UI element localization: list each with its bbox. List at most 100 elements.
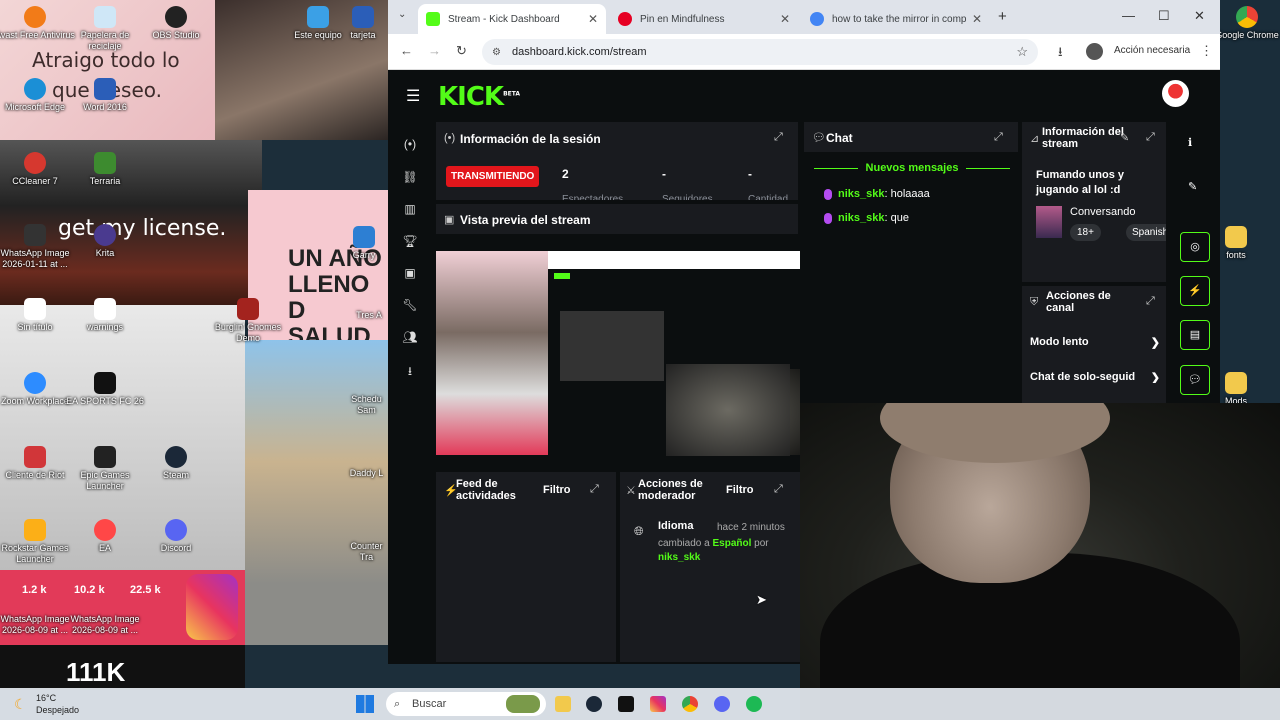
category-thumbnail[interactable] xyxy=(1036,206,1062,238)
menu-kebab-icon[interactable]: ⋮ xyxy=(1200,43,1213,59)
discord-taskbar-icon[interactable] xyxy=(714,696,730,712)
category-name[interactable]: Conversando xyxy=(1070,206,1135,218)
activity-feed-panel: ⚡ Feed de actividades Filtro ⤢ xyxy=(436,472,616,662)
stream-icon[interactable]: (•) xyxy=(402,137,418,151)
back-icon[interactable]: ← xyxy=(400,43,413,58)
kick-logo[interactable]: KICKBETA xyxy=(438,82,520,112)
popout-icon[interactable]: ⤢ xyxy=(774,483,783,496)
chat-message: niks_skk: que xyxy=(824,212,909,224)
desktop-icon-tarjeta[interactable]: tarjeta xyxy=(338,6,388,41)
tab-search-icon[interactable]: ⌄ xyxy=(398,9,406,20)
desktop-icon-terraria[interactable]: Terraria xyxy=(63,152,147,187)
site-info-icon[interactable]: ⚙ xyxy=(492,47,501,58)
instagram-taskbar-icon[interactable] xyxy=(650,696,666,712)
notes-button[interactable]: ▤ xyxy=(1180,320,1210,350)
tiktok-icon[interactable] xyxy=(618,696,634,712)
raid-button[interactable]: ⚡ xyxy=(1180,276,1210,306)
hamburger-menu-icon[interactable]: ☰ xyxy=(406,86,420,106)
likes-2: 10.2 k xyxy=(74,584,105,596)
close-tab-icon[interactable]: ✕ xyxy=(972,12,982,26)
globe-icon: 🌐︎ xyxy=(634,524,644,538)
windows-start-icon[interactable] xyxy=(356,695,374,713)
steam-taskbar-icon[interactable] xyxy=(586,696,602,712)
analytics-icon[interactable]: ▥ xyxy=(402,202,418,216)
profile-avatar[interactable] xyxy=(1086,43,1103,60)
desktop-icon-garry[interactable]: Garry xyxy=(340,226,388,261)
desktop-icon-steam[interactable]: Steam xyxy=(134,446,218,481)
download-icon[interactable]: ⭳ xyxy=(402,362,418,378)
moderator-actions-panel: ⚔ Acciones de moderador Filtro ⤢ 🌐︎ Idio… xyxy=(620,472,800,662)
edit-pencil-icon[interactable]: ✎ xyxy=(1120,131,1129,144)
tab-kick-dashboard[interactable]: Stream - Kick Dashboard ✕ xyxy=(418,4,606,34)
close-tab-icon[interactable]: ✕ xyxy=(780,12,790,26)
desktop-icon-krita[interactable]: Krita xyxy=(63,224,147,259)
video-icon[interactable]: ▣ xyxy=(402,266,418,280)
burglin-gnomes-icon xyxy=(237,298,259,320)
stream-info-panel: ⊿ Información del stream ✎ ⤢ Fumando uno… xyxy=(1022,122,1166,282)
weather-widget[interactable]: 16°C Despejado xyxy=(36,692,79,716)
desktop-icon-tres-a[interactable]: Tres A xyxy=(350,310,388,321)
new-messages-divider[interactable]: Nuevos mensajes xyxy=(814,162,1010,174)
wrench-icon[interactable]: 🔧︎ xyxy=(402,298,418,312)
desktop-icon-ea-fc[interactable]: EA SPORTS FC 26 xyxy=(63,372,147,407)
session-info-panel: (•) Información de la sesión ⤢ TRANSMITI… xyxy=(436,122,798,200)
counter-text: 111K xyxy=(66,657,126,687)
user-avatar[interactable] xyxy=(1162,80,1189,107)
desktop-icon-burglin-gnomes[interactable]: Burglin' Gnomes Demo xyxy=(206,298,290,344)
action-needed-button[interactable]: Acción necesaria xyxy=(1114,45,1190,56)
popout-icon[interactable]: ⤢ xyxy=(1146,295,1155,308)
reload-icon[interactable]: ↻ xyxy=(456,43,467,59)
tag-chip[interactable]: 18+ xyxy=(1070,224,1101,241)
followers-count: - xyxy=(662,167,666,181)
file-explorer-icon[interactable] xyxy=(555,696,571,712)
channel-actions-panel: ⛨ Acciones de canal ⤢ Modo lento ❯ Chat d… xyxy=(1022,286,1166,404)
mod-event-user[interactable]: niks_skk xyxy=(658,552,700,563)
desktop-icon-obs[interactable]: OBS Studio xyxy=(134,6,218,41)
info-icon[interactable]: ℹ xyxy=(1188,136,1192,149)
wallpaper-counter: 111K xyxy=(0,645,245,690)
tab-pinterest[interactable]: Pin en Mindfulness ✕ xyxy=(610,4,798,34)
edit-icon[interactable]: ✎ xyxy=(1188,180,1197,193)
tag-chip[interactable]: Spanish xyxy=(1126,224,1166,241)
desktop-icon-chrome[interactable]: Google Chrome xyxy=(1214,6,1280,41)
moderator-filter-button[interactable]: Filtro xyxy=(726,484,754,496)
bookmark-star-icon[interactable]: ☆ xyxy=(1016,44,1028,60)
new-tab-icon[interactable]: + xyxy=(998,8,1007,25)
followers-only-chat-toggle[interactable]: Chat de solo-seguid ❯ xyxy=(1030,371,1160,383)
taskbar-search[interactable]: ⌕ Buscar xyxy=(386,692,546,716)
close-window-icon[interactable]: ✕ xyxy=(1194,8,1205,24)
steam-icon xyxy=(165,446,187,468)
forward-icon[interactable]: → xyxy=(428,43,441,58)
desktop-icon-warnings[interactable]: warnings xyxy=(63,298,147,333)
chrome-taskbar-icon[interactable] xyxy=(682,696,698,712)
maximize-icon[interactable]: ☐ xyxy=(1158,8,1170,24)
popout-icon[interactable]: ⤢ xyxy=(774,131,783,144)
live-badge: TRANSMITIENDO xyxy=(446,166,540,187)
popout-icon[interactable]: ⤢ xyxy=(1146,131,1155,144)
slow-mode-toggle[interactable]: Modo lento ❯ xyxy=(1030,336,1160,349)
url-field[interactable]: ⚙ dashboard.kick.com/stream ☆ xyxy=(482,39,1038,65)
pinterest-favicon-icon xyxy=(618,12,632,26)
desktop-icon-whatsapp-image-3[interactable]: WhatsApp Image 2026-08-09 at ... xyxy=(63,614,147,636)
desktop-icon-counter-strike[interactable]: Counter Tra xyxy=(345,541,388,563)
tab-google-search[interactable]: how to take the mirror in comput ✕ xyxy=(802,4,990,34)
word-doc-icon xyxy=(352,6,374,28)
popout-icon[interactable]: ⤢ xyxy=(590,483,599,496)
link-icon[interactable]: ⛓ xyxy=(402,170,418,184)
desktop-icon-daddy[interactable]: Daddy L xyxy=(345,468,388,479)
desktop-icon-schedule[interactable]: Schedu Sam xyxy=(345,394,388,416)
desktop-icon-word[interactable]: Word 2016 xyxy=(63,78,147,113)
minimize-icon[interactable]: — xyxy=(1122,8,1135,23)
downloads-icon[interactable]: ⭳ xyxy=(1058,43,1063,65)
activity-filter-button[interactable]: Filtro xyxy=(543,484,571,496)
mod-event-time: hace 2 minutos xyxy=(717,522,785,533)
desktop-icon-discord[interactable]: Discord xyxy=(134,519,218,554)
popout-icon[interactable]: ⤢ xyxy=(994,131,1003,144)
likes-3: 22.5 k xyxy=(130,584,161,596)
spotify-icon[interactable] xyxy=(746,696,762,712)
close-tab-icon[interactable]: ✕ xyxy=(588,12,598,26)
clip-button[interactable]: ◎ xyxy=(1180,232,1210,262)
chat-commands-button[interactable]: 💬︎ xyxy=(1180,365,1210,395)
users-icon[interactable]: 👥︎ xyxy=(402,330,418,344)
trophy-icon[interactable]: 🏆︎ xyxy=(402,234,418,248)
